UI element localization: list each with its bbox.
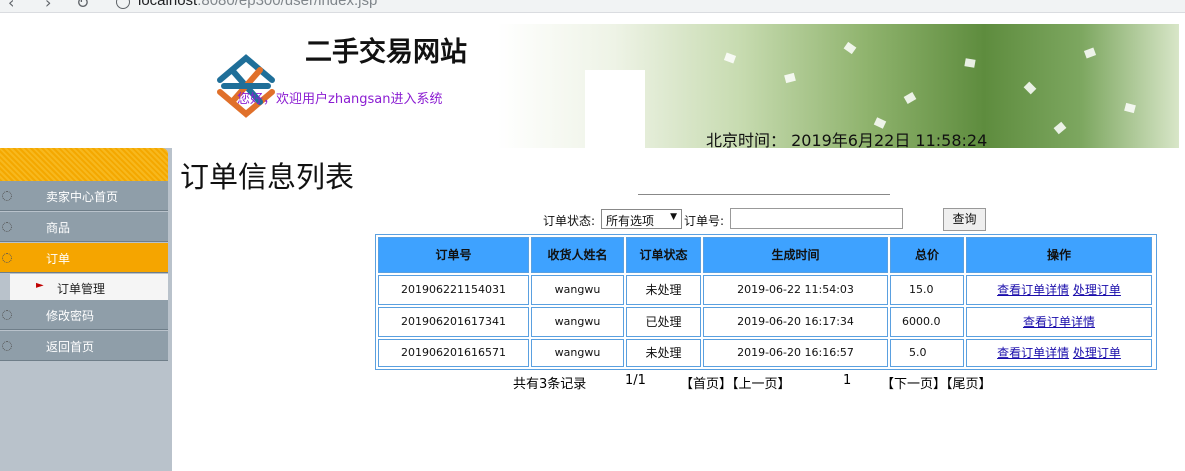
cell-order-no: 201906221154031	[378, 275, 529, 305]
cell-order-no: 201906201616571	[378, 339, 529, 367]
banner-decoration	[964, 58, 976, 68]
cell-status: 未处理	[626, 275, 701, 305]
cell-status: 未处理	[626, 339, 701, 367]
order-no-input[interactable]	[730, 208, 903, 229]
cell-time: 2019-06-20 16:17:34	[703, 307, 888, 337]
cell-total: 15.0	[890, 275, 964, 305]
site-logo	[217, 54, 275, 118]
first-prev-links[interactable]: 【首页】【上一页】	[680, 373, 791, 392]
cell-actions: 查看订单详情	[966, 307, 1152, 337]
current-page: 1	[843, 373, 852, 388]
url-host: localhost	[138, 0, 198, 9]
record-count: 共有3条记录	[513, 377, 587, 392]
sidebar-item-label: 卖家中心首页	[46, 190, 119, 204]
bullet-icon	[2, 341, 12, 351]
view-order-detail-link[interactable]: 查看订单详情	[1023, 308, 1095, 336]
column-header: 生成时间	[703, 237, 888, 273]
status-select-value: 所有选项	[606, 214, 655, 228]
site-info-icon[interactable]	[116, 0, 130, 9]
cell-actions: 查看订单详情 处理订单	[966, 339, 1152, 367]
page-title: 订单信息列表	[180, 160, 355, 194]
arrow-right-icon: ►	[36, 280, 44, 291]
site-title: 二手交易网站	[305, 37, 467, 68]
bullet-icon	[2, 191, 12, 201]
cell-time: 2019-06-20 16:16:57	[703, 339, 888, 367]
process-order-link[interactable]: 处理订单	[1073, 340, 1121, 366]
divider	[638, 194, 890, 195]
sidebar-subitem-label: 订单管理	[57, 282, 106, 296]
next-last-links[interactable]: 【下一页】【尾页】	[881, 373, 992, 392]
banner-decoration	[723, 52, 737, 64]
banner-decoration	[843, 41, 857, 55]
view-order-detail-link[interactable]: 查看订单详情	[997, 340, 1069, 366]
page-info: 1/1	[625, 373, 646, 388]
banner-decoration	[903, 92, 917, 104]
browser-toolbar: ‹ › ↻ localhost:8080/ep300/user/index.js…	[0, 0, 1185, 13]
orders-table: 订单号 收货人姓名 订单状态 生成时间 总价 操作 20190622115403…	[375, 234, 1157, 370]
sidebar-item-label: 修改密码	[46, 309, 95, 323]
banner-blank-area	[585, 70, 645, 148]
cell-order-no: 201906201617341	[378, 307, 529, 337]
sidebar-item-label: 商品	[46, 221, 71, 235]
forward-icon[interactable]: ›	[45, 0, 51, 12]
bullet-icon	[2, 253, 12, 263]
cell-actions: 查看订单详情 处理订单	[966, 275, 1152, 305]
cell-total: 5.0	[890, 339, 964, 367]
address-bar[interactable]: localhost:8080/ep300/user/index.jsp	[138, 0, 377, 9]
view-order-detail-link[interactable]: 查看订单详情	[997, 276, 1069, 304]
chevron-down-icon: ▼	[670, 212, 677, 222]
sidebar-header	[0, 148, 168, 181]
banner-decoration	[784, 72, 796, 84]
status-filter-label: 订单状态:	[543, 214, 596, 228]
sidebar-item-change-password[interactable]: 修改密码	[0, 300, 168, 330]
status-select[interactable]: 所有选项 ▼	[601, 209, 682, 229]
banner-decoration	[1053, 121, 1067, 135]
beijing-clock: 北京时间： 2019年6月22日 11:58:24	[706, 131, 988, 150]
column-header: 收货人姓名	[531, 237, 624, 273]
banner-decoration	[1083, 47, 1097, 59]
sidebar-item-orders[interactable]: 订单	[0, 243, 168, 273]
back-icon[interactable]: ‹	[8, 0, 14, 12]
column-header: 总价	[890, 237, 964, 273]
sidebar-item-goods[interactable]: 商品	[0, 212, 168, 242]
cell-receiver: wangwu	[531, 307, 624, 337]
order-no-label: 订单号:	[684, 214, 725, 228]
sidebar-subitem-order-management[interactable]: ► 订单管理	[10, 274, 168, 300]
process-order-link[interactable]: 处理订单	[1073, 276, 1121, 304]
sidebar-item-label: 订单	[46, 252, 71, 266]
column-header: 订单状态	[626, 237, 701, 273]
banner-decoration	[1023, 81, 1037, 95]
bullet-icon	[2, 310, 12, 320]
welcome-message: 您好，欢迎用户zhangsan进入系统	[237, 92, 443, 107]
column-header: 操作	[966, 237, 1152, 273]
cell-time: 2019-06-22 11:54:03	[703, 275, 888, 305]
query-button[interactable]: 查询	[943, 208, 986, 231]
bullet-icon	[2, 222, 12, 232]
cell-status: 已处理	[626, 307, 701, 337]
cell-receiver: wangwu	[531, 275, 624, 305]
url-path: :8080/ep300/user/index.jsp	[197, 0, 378, 9]
sidebar: 卖家中心首页 商品 订单 ► 订单管理 修改密码 返回首页	[0, 148, 172, 471]
sidebar-item-seller-home[interactable]: 卖家中心首页	[0, 181, 168, 211]
banner-decoration	[1124, 102, 1136, 114]
column-header: 订单号	[378, 237, 529, 273]
reload-icon[interactable]: ↻	[76, 0, 89, 12]
sidebar-item-back-home[interactable]: 返回首页	[0, 331, 168, 361]
cell-total: 6000.0	[890, 307, 964, 337]
sidebar-item-label: 返回首页	[46, 340, 95, 354]
cell-receiver: wangwu	[531, 339, 624, 367]
